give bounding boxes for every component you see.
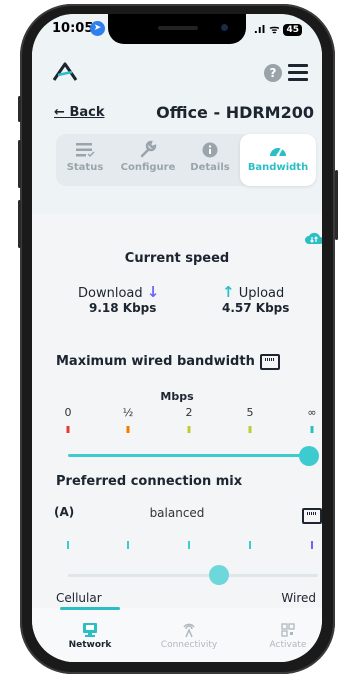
ethernet-icon [260,354,280,370]
cloud-sync-icon[interactable] [304,230,322,246]
network-icon [45,620,135,640]
mix-mode-label: balanced [149,506,205,520]
device-title: Office - HDRM200 [156,103,314,122]
mix-tick-mark [127,541,129,549]
menu-icon[interactable] [288,64,308,82]
wrench-icon [114,134,182,158]
tab-status-label: Status [66,162,104,173]
antenna-icon [144,620,234,640]
bandwidth-tick-mark [66,426,70,433]
bandwidth-tick-mark [248,426,252,433]
nav-active-indicator [60,607,120,610]
signal-icon: .ıl [253,23,266,36]
gauge-icon [240,134,316,158]
qr-icon [243,620,322,640]
app-logo-icon [52,62,78,81]
download-value: 9.18 Kbps [89,301,157,315]
download-label: Download ↓ [78,283,160,301]
tab-details[interactable]: Details [182,134,238,186]
download-arrow-icon: ↓ [146,283,160,301]
bandwidth-tick-label: 0 [64,406,72,419]
power-button [335,170,338,240]
back-label: Back [69,105,105,120]
bandwidth-slider-track[interactable] [68,454,312,457]
bandwidth-unit: Mbps [160,390,194,403]
wired-bandwidth-title: Maximum wired bandwidth [56,354,255,369]
tab-configure[interactable]: Configure [114,134,182,186]
volume-up-button [18,140,21,188]
bandwidth-tick-mark [187,426,191,433]
tab-details-label: Details [190,162,230,173]
wired-ethernet-icon [302,508,322,524]
mix-tick-mark [67,541,69,549]
location-icon: ➤ [90,21,105,36]
speaker [158,26,198,30]
mix-tick-mark [249,541,251,549]
info-icon [182,134,238,158]
volume-down-button [18,200,21,248]
bandwidth-tick-label: ∞ [307,406,317,419]
wifi-icon: ᯤ [269,23,280,36]
battery-icon: 45 [283,23,302,36]
nav-activate-label: Activate [269,640,307,650]
connection-mix-title: Preferred connection mix [56,474,243,489]
connection-mix-slider-track[interactable] [68,574,318,577]
tab-bandwidth[interactable]: Bandwidth [240,134,316,186]
back-link[interactable]: ← Back [54,105,104,120]
nav-connectivity[interactable]: Connectivity [144,620,234,650]
nav-network[interactable]: Network [45,620,135,650]
bandwidth-tick-mark [126,426,130,433]
bandwidth-tick-label: 5 [246,406,254,419]
status-indicators: .ıl ᯤ 45 [254,22,302,37]
camera [221,24,228,31]
bandwidth-slider-thumb[interactable] [299,446,319,466]
tab-bar: Status Configure Details Bandwidth [56,134,316,186]
app-screen: 10:05 ➤ .ıl ᯤ 45 ? ← Back Office - HDRM2… [32,14,322,662]
upload-arrow-icon: ↑ [222,283,235,301]
nav-network-label: Network [68,640,112,650]
status-time: 10:05 [52,21,94,36]
nav-activate[interactable]: Activate [243,620,322,650]
back-arrow-icon: ← [54,105,65,120]
list-icon [56,134,114,158]
notch [108,14,246,44]
bandwidth-tick-label: 2 [185,406,193,419]
mix-tick-mark [188,541,190,549]
tab-configure-label: Configure [120,162,176,173]
current-speed-title: Current speed [124,251,230,266]
bandwidth-tick-mark [310,426,314,433]
tab-bandwidth-label: Bandwidth [247,162,309,173]
upload-label: ↑ Upload [222,283,285,301]
mix-tick-mark [311,541,313,549]
connection-mix-slider-thumb[interactable] [209,565,229,585]
bandwidth-tick-label: ½ [122,406,134,419]
upload-value: 4.57 Kbps [222,301,290,315]
cellular-label: Cellular [56,591,102,605]
tab-status[interactable]: Status [56,134,114,186]
mute-switch [18,96,21,122]
wired-label: Wired [281,591,316,605]
nav-connectivity-label: Connectivity [160,640,218,650]
help-icon[interactable]: ? [264,64,282,82]
